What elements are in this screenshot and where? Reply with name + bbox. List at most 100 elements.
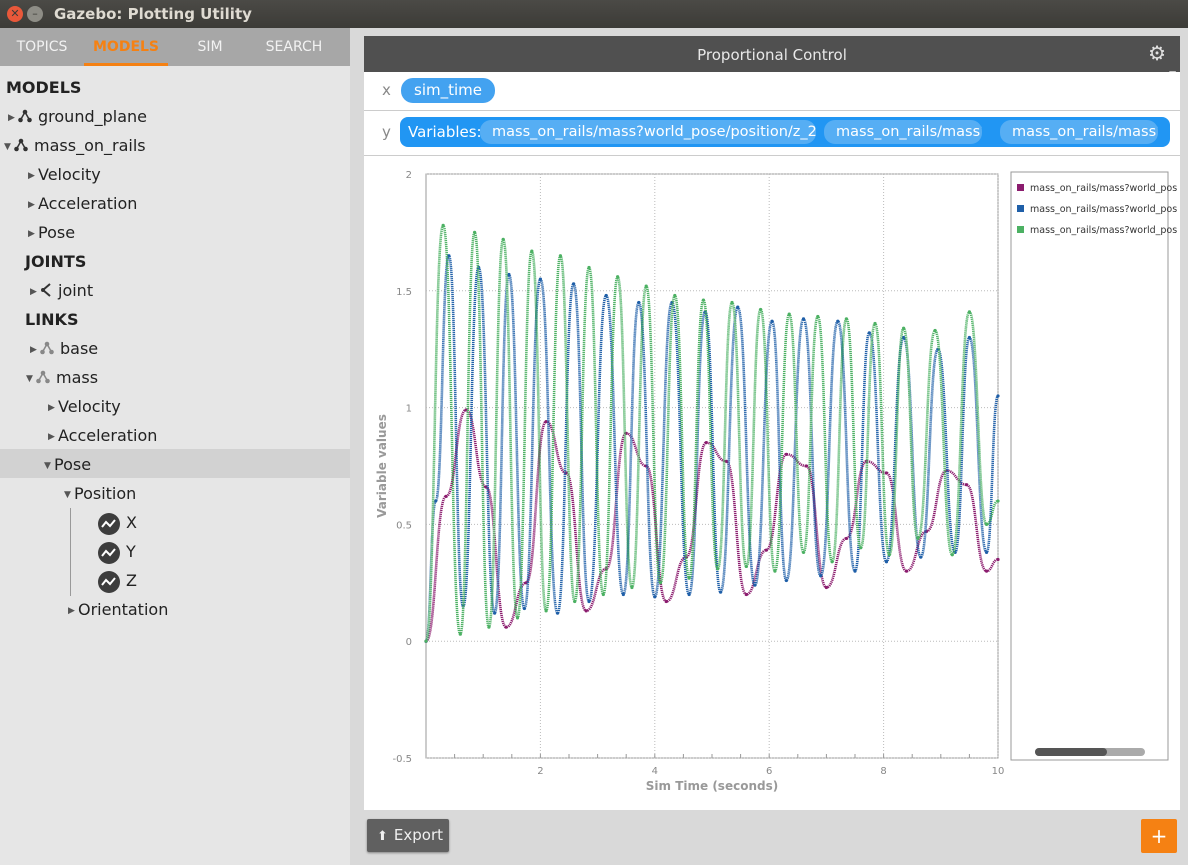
collapse-arrow-icon[interactable]: ▼ — [26, 365, 36, 393]
joint-icon — [40, 278, 52, 306]
x-variable-row: x sim_time — [364, 72, 1180, 111]
gear-icon[interactable]: ⚙ — [1148, 41, 1166, 65]
tree-item-mass-on-rails[interactable]: ▼ mass_on_rails — [4, 132, 146, 160]
y-tick-label: 1 — [406, 404, 412, 415]
tree-item-label: Y — [126, 542, 136, 561]
data-point — [887, 553, 891, 557]
tree-item-position-y[interactable]: Y — [98, 538, 136, 566]
legend-entry: mass_on_rails/mass?world_pos — [1030, 183, 1177, 194]
tree-item-joint[interactable]: ▶ joint — [30, 277, 93, 305]
data-point — [904, 569, 909, 573]
data-point — [644, 284, 648, 288]
legend-box — [1010, 171, 1169, 761]
data-point — [604, 293, 608, 298]
tree-item-position[interactable]: ▼ Position — [64, 480, 136, 508]
data-point — [544, 609, 548, 613]
plot-line-icon — [98, 541, 120, 564]
tree-item-label: Position — [74, 484, 137, 503]
plot-canvas[interactable]: -0.5 0 0.5 1 1.5 2 2 4 6 8 10 Sim Time (seconds) Var… — [364, 156, 1180, 810]
tree-item-base[interactable]: ▶ base — [30, 335, 98, 363]
chart-svg[interactable]: -0.5 0 0.5 1 1.5 2 2 4 6 8 10 Sim Time (seconds) Var… — [364, 156, 1180, 810]
tab-topics[interactable]: TOPICS — [0, 28, 84, 66]
data-point — [493, 611, 497, 615]
tree-item-label: joint — [58, 281, 94, 300]
expand-arrow-icon[interactable]: ▶ — [28, 162, 38, 190]
tab-sim[interactable]: SIM — [168, 28, 252, 66]
data-point — [664, 599, 668, 604]
data-point — [538, 277, 542, 281]
data-point — [950, 553, 954, 557]
tree-item-ground-plane[interactable]: ▶ ground_plane — [8, 103, 147, 131]
tree-item-label: mass_on_rails — [34, 136, 146, 155]
legend-entry: mass_on_rails/mass?world_pos — [1030, 225, 1177, 236]
link-icon — [36, 365, 50, 393]
minimize-window-button[interactable]: – — [27, 6, 43, 22]
tab-models[interactable]: MODELS — [84, 28, 168, 66]
x-variable-pill[interactable]: sim_time — [401, 78, 495, 103]
links-header: LINKS — [25, 310, 79, 329]
variable-pill[interactable]: mass_on_rails/mass?world_pose/position/y — [1000, 120, 1158, 144]
data-point — [730, 300, 734, 305]
close-icon: ✕ — [10, 7, 20, 20]
tree-item-label: X — [126, 513, 137, 532]
expand-arrow-icon[interactable]: ▶ — [48, 394, 58, 422]
data-point — [673, 293, 677, 298]
tree-item-position-x[interactable]: X — [98, 509, 137, 537]
x-tick-label: 8 — [880, 766, 886, 777]
data-point — [504, 625, 508, 629]
expand-arrow-icon[interactable]: ▶ — [8, 104, 18, 132]
data-point — [853, 569, 857, 573]
tree-item-mass-pose[interactable]: ▼ Pose — [44, 451, 91, 479]
data-point — [515, 616, 520, 620]
tree-item-mass[interactable]: ▼ mass — [26, 364, 98, 392]
variable-pill[interactable]: mass_on_rails/mass?world_pose/position/x — [824, 120, 982, 144]
expand-arrow-icon[interactable]: ▶ — [28, 191, 38, 219]
expand-arrow-icon[interactable]: ▶ — [48, 423, 58, 451]
add-plot-button[interactable]: + — [1141, 819, 1177, 853]
y-axis-title: Variable values — [375, 414, 389, 518]
data-point — [637, 300, 641, 305]
expand-arrow-icon[interactable]: ▶ — [68, 597, 78, 625]
data-point — [967, 335, 972, 340]
data-point — [555, 611, 560, 615]
tree-item-mass-acceleration[interactable]: ▶ Acceleration — [48, 422, 157, 450]
collapse-arrow-icon[interactable]: ▼ — [4, 133, 14, 161]
data-point — [784, 578, 788, 583]
collapse-arrow-icon[interactable]: ▼ — [64, 481, 74, 509]
tab-search[interactable]: SEARCH — [252, 28, 336, 66]
data-point — [996, 394, 1000, 398]
close-window-button[interactable]: ✕ — [7, 6, 23, 22]
expand-arrow-icon[interactable]: ▶ — [28, 220, 38, 248]
tree-item-mass-velocity[interactable]: ▶ Velocity — [48, 393, 121, 421]
data-point — [736, 305, 740, 309]
panel-splitter[interactable] — [350, 28, 364, 865]
tab-bar: TOPICS MODELS SIM SEARCH — [0, 28, 350, 66]
data-point — [458, 632, 462, 636]
plot-header: Proportional Control ⚙ ▼ — [364, 36, 1180, 80]
tree-item-position-z[interactable]: Z — [98, 567, 137, 595]
x-axis-title: Sim Time (seconds) — [646, 779, 778, 793]
legend-swatch — [1017, 226, 1024, 233]
variable-pill[interactable]: mass_on_rails/mass?world_pose/position/z… — [480, 120, 816, 144]
data-point — [441, 223, 445, 227]
tree-item-velocity[interactable]: ▶ Velocity — [28, 161, 101, 189]
data-point — [967, 310, 972, 314]
upload-icon: ⬆ — [377, 829, 388, 844]
x-tick-label: 4 — [652, 766, 658, 777]
expand-arrow-icon[interactable]: ▶ — [30, 278, 40, 306]
tree-item-acceleration[interactable]: ▶ Acceleration — [28, 190, 137, 218]
variables-container[interactable]: Variables: mass_on_rails/mass?world_pose… — [400, 117, 1170, 147]
tree-item-label: Velocity — [58, 397, 121, 416]
data-point — [658, 581, 663, 585]
tree-item-orientation[interactable]: ▶ Orientation — [68, 596, 168, 624]
plot-line-icon — [98, 512, 120, 535]
data-point — [434, 499, 438, 503]
data-point — [919, 555, 923, 559]
tree-item-pose[interactable]: ▶ Pose — [28, 219, 75, 247]
data-point — [801, 550, 806, 555]
collapse-arrow-icon[interactable]: ▼ — [44, 452, 54, 480]
legend-entry: mass_on_rails/mass?world_pos — [1030, 204, 1177, 215]
expand-arrow-icon[interactable]: ▶ — [30, 336, 40, 364]
tree-guide-line — [70, 508, 71, 596]
export-button[interactable]: ⬆ Export — [367, 819, 449, 852]
